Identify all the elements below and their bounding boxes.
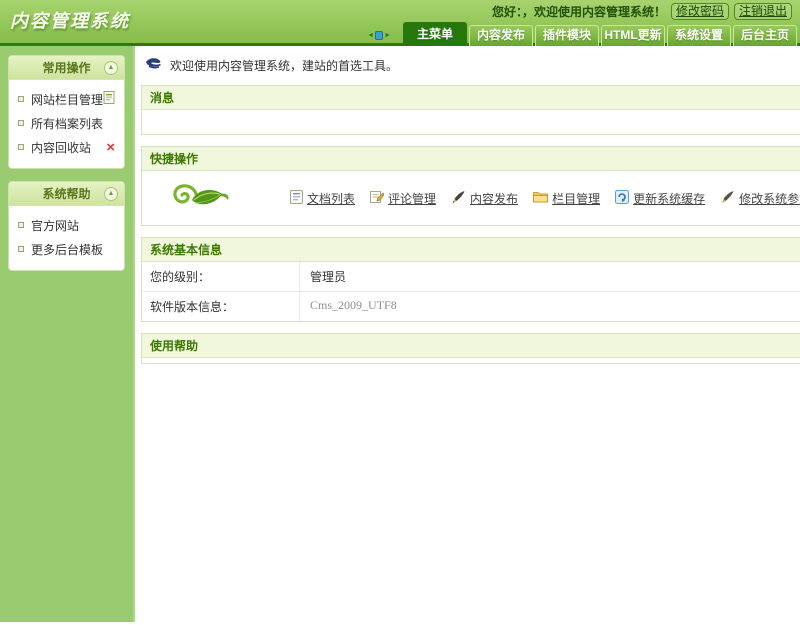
quick-link-comment-manage[interactable]: 评论管理 [370, 190, 436, 207]
sidebar: 常用操作 ▲ 网站栏目管理 所有档案列表 [0, 46, 135, 622]
quick-link-modify-params[interactable]: 修改系统参数 [720, 190, 800, 207]
main-content: 欢迎使用内容管理系统，建站的首选工具。 消息 快捷操作 [135, 46, 800, 622]
sidebar-panel-common-operations: 常用操作 ▲ 网站栏目管理 所有档案列表 [8, 55, 125, 169]
greeting-text: 您好：，欢迎使用内容管理系统！ [492, 3, 666, 20]
tab-html-update[interactable]: HTML更新 [601, 25, 665, 46]
quick-link-doc-list[interactable]: 文档列表 [290, 190, 355, 207]
message-panel: 消息 [141, 85, 800, 135]
sidebar-item-list: 官方网站 更多后台模板 [9, 206, 124, 270]
quick-link-update-cache[interactable]: 更新系统缓存 [615, 190, 705, 207]
tab-main-menu[interactable]: 主菜单 [403, 22, 467, 46]
table-row: 您的级别： 管理员 [142, 262, 800, 292]
quick-link-column-manage[interactable]: 栏目管理 [533, 190, 600, 207]
collapse-icon[interactable]: ▲ [104, 61, 118, 75]
sidebar-item-site-column-manage[interactable]: 网站栏目管理 [9, 87, 124, 111]
toggle-left-arrow-icon: ◄ [367, 32, 374, 39]
sidebar-item-more-admin-templates[interactable]: 更多后台模板 [9, 237, 124, 261]
info-label-version: 软件版本信息： [142, 292, 300, 321]
sidebar-panel-header: 常用操作 ▲ [9, 56, 124, 80]
folder-icon [533, 190, 548, 206]
bullet-icon [18, 144, 24, 150]
sidebar-panel-title: 系统帮助 [43, 185, 91, 202]
red-x-icon[interactable]: × [106, 140, 115, 155]
quick-actions-panel: 快捷操作 [141, 146, 800, 226]
quick-link-content-publish[interactable]: 内容发布 [451, 190, 518, 207]
app-root: 内容管理系统 您好：，欢迎使用内容管理系统！ 修改密码 注销退出 ◄ ► 主菜单… [0, 0, 800, 625]
bullet-icon [18, 96, 24, 102]
usage-help-panel-body [142, 358, 800, 363]
message-panel-body [142, 110, 800, 134]
tab-content-publish[interactable]: 内容发布 [469, 25, 533, 46]
doc-list-icon [290, 190, 303, 207]
logout-button[interactable]: 注销退出 [734, 3, 792, 20]
sidebar-panel-header: 系统帮助 ▲ [9, 182, 124, 206]
change-password-button[interactable]: 修改密码 [671, 3, 729, 20]
bullet-icon [18, 120, 24, 126]
sidebar-toggle-icon[interactable]: ◄ ► [367, 31, 391, 40]
bullet-icon [18, 222, 24, 228]
info-value-level: 管理员 [300, 262, 800, 291]
modify-params-icon [720, 190, 735, 207]
welcome-row: 欢迎使用内容管理系统，建站的首选工具。 [141, 53, 800, 85]
header-user-links: 您好：，欢迎使用内容管理系统！ 修改密码 注销退出 [492, 3, 792, 20]
info-value-version: Cms_2009_UTF8 [300, 292, 800, 321]
toggle-right-arrow-icon: ► [384, 32, 391, 39]
cms-leaf-logo-icon [166, 178, 238, 219]
usage-help-panel-title: 使用帮助 [142, 334, 800, 358]
info-label-level: 您的级别： [142, 262, 300, 291]
tab-plugin-module[interactable]: 插件模块 [535, 25, 599, 46]
sidebar-item-list: 网站栏目管理 所有档案列表 内容回收站 × [9, 80, 124, 168]
publish-pen-icon [451, 190, 466, 207]
sidebar-item-all-archives-list[interactable]: 所有档案列表 [9, 111, 124, 135]
main-tab-bar: ◄ ► 主菜单 内容发布 插件模块 HTML更新 系统设置 后台主页 [367, 22, 797, 46]
system-info-panel: 系统基本信息 您的级别： 管理员 软件版本信息： Cms_2009_UTF8 [141, 237, 800, 322]
update-cache-icon [615, 190, 629, 207]
usage-help-panel: 使用帮助 [141, 333, 800, 364]
sidebar-item-official-site[interactable]: 官方网站 [9, 213, 124, 237]
comment-manage-icon [370, 190, 384, 207]
table-row: 软件版本信息： Cms_2009_UTF8 [142, 292, 800, 321]
welcome-text: 欢迎使用内容管理系统，建站的首选工具。 [170, 57, 398, 74]
app-title: 内容管理系统 [10, 7, 130, 33]
page-layout: 常用操作 ▲ 网站栏目管理 所有档案列表 [0, 46, 800, 622]
welcome-swoosh-icon [145, 57, 163, 74]
collapse-icon[interactable]: ▲ [104, 187, 118, 201]
sidebar-panel-system-help: 系统帮助 ▲ 官方网站 更多后台模板 [8, 181, 125, 271]
quick-actions-body: 文档列表 评论管理 内容发布 [142, 171, 800, 225]
message-panel-title: 消息 [142, 86, 800, 110]
page-icon [103, 91, 115, 107]
sidebar-panel-title: 常用操作 [43, 59, 91, 76]
toggle-square-icon [375, 31, 383, 40]
app-header: 内容管理系统 您好：，欢迎使用内容管理系统！ 修改密码 注销退出 ◄ ► 主菜单… [0, 0, 800, 46]
tab-admin-home[interactable]: 后台主页 [733, 25, 797, 46]
system-info-panel-title: 系统基本信息 [142, 238, 800, 262]
sidebar-item-content-recycle-bin[interactable]: 内容回收站 × [9, 135, 124, 159]
bullet-icon [18, 246, 24, 252]
quick-actions-panel-title: 快捷操作 [142, 147, 800, 171]
tab-system-settings[interactable]: 系统设置 [667, 25, 731, 46]
